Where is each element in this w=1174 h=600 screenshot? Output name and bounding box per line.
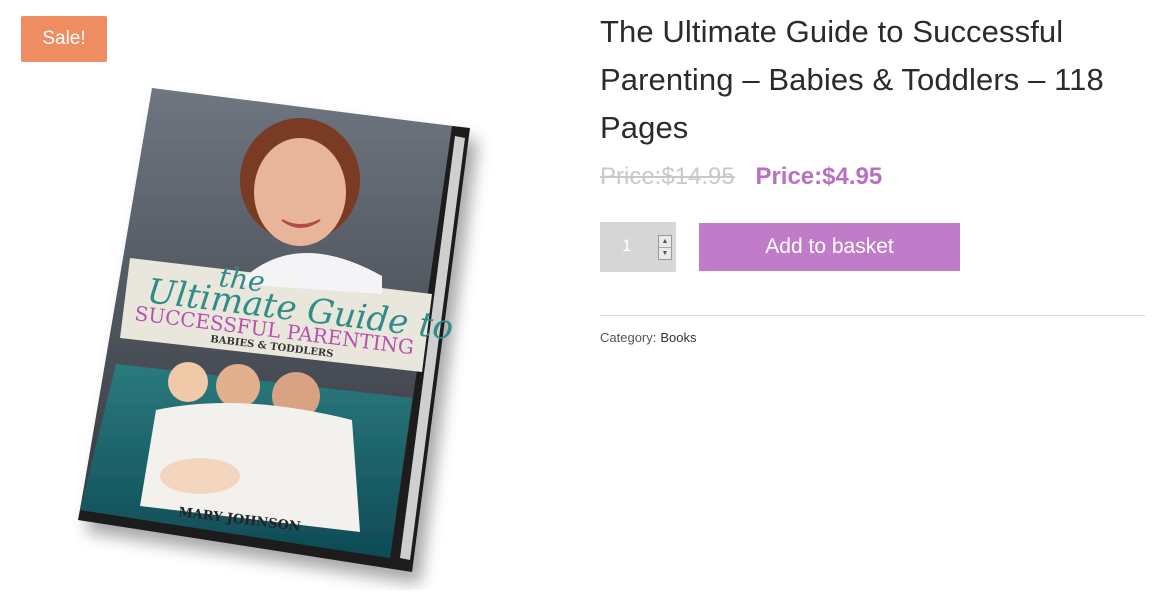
quantity-spinner[interactable]: ▲ ▼ — [658, 235, 672, 260]
price-row: Price:$14.95 Price:$4.95 — [600, 163, 882, 191]
sale-price: Price:$4.95 — [755, 163, 883, 190]
quantity-value[interactable]: 1 — [622, 236, 631, 256]
add-to-basket-button[interactable]: Add to basket — [699, 223, 960, 271]
category-label: Category: — [600, 330, 657, 345]
product-gallery: Sale! the Ultimate Guide to SUCCESSFUL P… — [0, 0, 560, 600]
chevron-up-icon[interactable]: ▲ — [659, 236, 671, 248]
divider — [600, 315, 1145, 316]
category-link[interactable]: Books — [660, 330, 696, 345]
regular-price: Price:$14.95 — [600, 163, 735, 190]
product-meta: Category: Books — [600, 330, 697, 345]
product-title: The Ultimate Guide to Successful Parenti… — [600, 14, 1104, 145]
quantity-stepper[interactable]: 1 ▲ ▼ — [600, 222, 676, 272]
book-cover-image[interactable]: the Ultimate Guide to SUCCESSFUL PARENTI… — [60, 80, 500, 590]
chevron-down-icon[interactable]: ▼ — [659, 248, 671, 259]
sale-badge: Sale! — [21, 16, 107, 62]
